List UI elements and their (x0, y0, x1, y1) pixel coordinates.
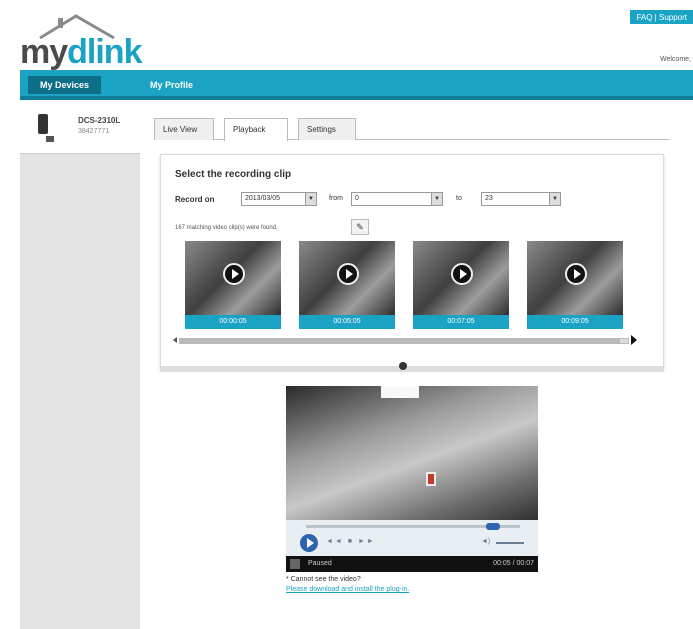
tab-settings[interactable]: Settings (298, 118, 356, 140)
welcome-text: Welcome, (660, 56, 691, 63)
play-icon[interactable] (451, 263, 473, 285)
matching-clips-text: 167 matching video clip(s) were found. (175, 225, 278, 231)
clip-time: 00:09:05 (527, 315, 623, 329)
to-label: to (456, 195, 462, 202)
player-time: 00:05 / 00:07 (493, 560, 534, 567)
from-value: 0 (355, 195, 359, 202)
logo-dlink: dlink (67, 33, 142, 71)
scroll-right-icon[interactable] (631, 335, 637, 345)
chevron-down-icon: ▼ (305, 193, 316, 205)
chevron-down-icon: ▼ (549, 193, 560, 205)
clip-time: 00:07:05 (413, 315, 509, 329)
video-frame[interactable] (286, 386, 538, 520)
tab-live-view[interactable]: Live View (154, 118, 214, 140)
chevron-down-icon: ▼ (431, 193, 442, 205)
clip-thumbnail[interactable]: 00:07:05 (413, 241, 509, 329)
transport-buttons[interactable]: ◄◄ ■ ►► (326, 538, 376, 545)
clip-thumbnail[interactable]: 00:05:05 (299, 241, 395, 329)
player-status-bar: Paused 00:05 / 00:07 (286, 556, 538, 572)
thumbnail-scrollbar[interactable] (179, 338, 629, 344)
tab-playback[interactable]: Playback (224, 118, 288, 141)
player-controls: ◄◄ ■ ►► ◄) (286, 520, 538, 556)
download-plugin-link[interactable]: Please download and install the plug-in. (286, 586, 409, 593)
recorded-on-value: 2013/03/05 (245, 195, 281, 202)
device-name: DCS-2310L (78, 116, 121, 125)
play-icon[interactable] (223, 263, 245, 285)
panel-collapse-bar[interactable] (160, 366, 664, 372)
recorded-on-label: Record on (175, 195, 215, 204)
cannot-see-text: * Cannot see the video? (286, 576, 361, 583)
mydlink-logo[interactable]: mydlink (20, 10, 160, 70)
video-player: ◄◄ ■ ►► ◄) Paused 00:05 / 00:07 (286, 386, 538, 572)
collapse-handle-icon[interactable] (399, 362, 407, 370)
scrollbar-thumb[interactable] (180, 339, 620, 343)
device-sidebar: DCS-2310L 38427771 (20, 104, 140, 629)
clip-time: 00:00:05 (185, 315, 281, 329)
logo-my: my (20, 33, 68, 71)
play-button[interactable] (300, 534, 318, 552)
device-list-item[interactable]: DCS-2310L 38427771 (20, 104, 140, 154)
play-icon[interactable] (337, 263, 359, 285)
device-id: 38427771 (78, 128, 110, 135)
clip-thumbnail[interactable]: 00:09:05 (527, 241, 623, 329)
volume-icon[interactable]: ◄) (481, 538, 490, 545)
play-icon[interactable] (565, 263, 587, 285)
tab-bar: Live View Playback Settings (154, 118, 669, 141)
scroll-left-icon[interactable] (173, 337, 177, 343)
camera-icon (38, 114, 54, 142)
nav-my-profile[interactable]: My Profile (142, 78, 201, 92)
main-nav: My Devices My Profile (20, 70, 693, 100)
clip-time: 00:05:05 (299, 315, 395, 329)
seek-knob[interactable] (486, 523, 500, 530)
logo-text: mydlink (20, 33, 142, 71)
clip-thumbnail[interactable]: 00:00:05 (185, 241, 281, 329)
edit-icon: ✎ (356, 222, 364, 232)
panel-title: Select the recording clip (175, 169, 292, 180)
from-label: from (329, 195, 343, 202)
main-content: Live View Playback Settings Select the r… (140, 104, 680, 629)
recording-clip-panel: Select the recording clip Record on 2013… (160, 154, 664, 369)
to-hour-select[interactable]: 23 ▼ (481, 192, 561, 206)
nav-my-devices[interactable]: My Devices (28, 76, 102, 94)
recorded-on-select[interactable]: 2013/03/05 ▼ (241, 192, 317, 206)
refresh-button[interactable]: ✎ (351, 219, 369, 235)
player-status: Paused (308, 560, 332, 567)
ceiling-light (381, 386, 419, 398)
media-icon (290, 559, 300, 569)
faq-support-link[interactable]: FAQ | Support (630, 10, 693, 24)
wall-sign (426, 472, 436, 486)
to-value: 23 (485, 195, 493, 202)
volume-slider[interactable] (496, 542, 524, 544)
from-hour-select[interactable]: 0 ▼ (351, 192, 443, 206)
